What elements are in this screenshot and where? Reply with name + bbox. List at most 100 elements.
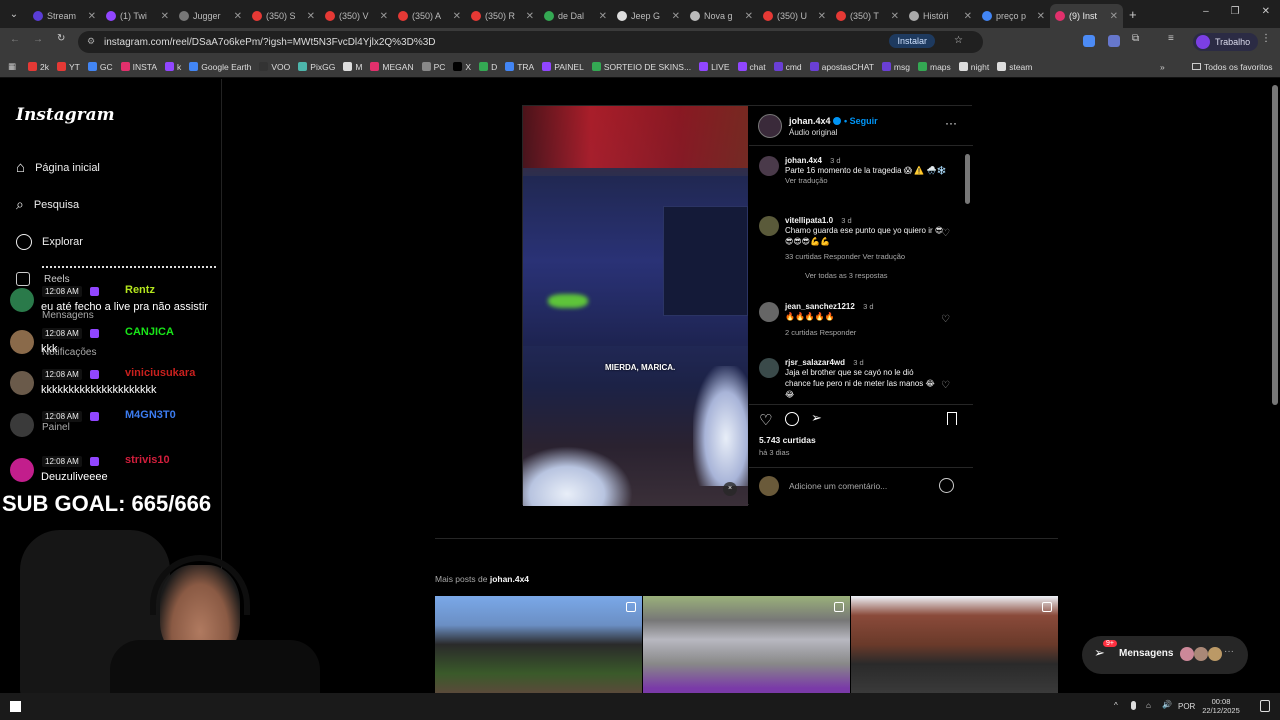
post-thumbnail[interactable]	[435, 596, 642, 693]
tab-close-icon[interactable]: ✕	[745, 11, 753, 22]
close-icon[interactable]: ✕	[1262, 6, 1270, 17]
bookmark-item[interactable]: SORTEIO DE SKINS...	[591, 62, 691, 72]
browser-tab[interactable]: preço p ✕	[977, 4, 1050, 28]
url-field[interactable]: ⚙ instagram.com/reel/DSaA7o6kePm/?igsh=M…	[78, 31, 983, 53]
instagram-logo[interactable]: Instagram	[16, 105, 115, 125]
page-scrollbar[interactable]	[1272, 85, 1278, 405]
bookmark-item[interactable]: INSTA	[120, 62, 157, 72]
like-icon[interactable]: ♡	[759, 411, 772, 429]
all-bookmarks-folder[interactable]: Todos os favoritos	[1192, 62, 1273, 72]
tab-close-icon[interactable]: ✕	[526, 11, 534, 22]
browser-tab[interactable]: (350) V ✕	[320, 4, 393, 28]
bookmark-item[interactable]: PixGG	[298, 62, 335, 72]
bookmark-item[interactable]: 2k	[28, 62, 49, 72]
bookmark-item[interactable]: YT	[57, 62, 80, 72]
avatar[interactable]	[759, 302, 779, 322]
translate-link[interactable]: Ver tradução	[785, 176, 959, 185]
mute-icon[interactable]: ×	[723, 482, 737, 496]
tab-close-icon[interactable]: ✕	[307, 11, 315, 22]
nav-explore[interactable]: Explorar	[16, 234, 83, 250]
tab-close-icon[interactable]: ✕	[1037, 11, 1045, 22]
extensions-puzzle-icon[interactable]: ⧉	[1132, 33, 1139, 44]
minimize-icon[interactable]: –	[1203, 6, 1209, 17]
tab-close-icon[interactable]: ✕	[599, 11, 607, 22]
volume-icon[interactable]: 🔊	[1162, 700, 1172, 709]
post-thumbnail[interactable]	[851, 596, 1058, 693]
like-heart-icon[interactable]: ♡	[941, 314, 950, 325]
bookmark-item[interactable]: LIVE	[699, 62, 730, 72]
bookmark-item[interactable]: PC	[421, 62, 445, 72]
install-button[interactable]: Instalar	[889, 34, 935, 48]
browser-tab[interactable]: (350) U ✕	[758, 4, 831, 28]
extension-icon[interactable]	[1083, 35, 1095, 47]
avatar[interactable]	[759, 358, 779, 378]
maximize-icon[interactable]: ❐	[1231, 6, 1240, 17]
browser-tab[interactable]: Jeep G ✕	[612, 4, 685, 28]
comment-actions[interactable]: 2 curtidas Responder	[785, 328, 959, 337]
tab-close-icon[interactable]: ✕	[161, 11, 169, 22]
reading-list-icon[interactable]: ≡	[1168, 33, 1174, 44]
nav-home[interactable]: ⌂ Página inicial	[16, 159, 100, 176]
profile-button[interactable]: Trabalho	[1193, 33, 1259, 51]
bookmark-item[interactable]: msg	[881, 62, 910, 72]
tab-close-icon[interactable]: ✕	[1110, 11, 1118, 22]
author-name[interactable]: johan.4x4	[789, 116, 831, 126]
windows-start-icon[interactable]	[10, 701, 21, 712]
browser-tab[interactable]: Jugger ✕	[174, 4, 247, 28]
comment-user[interactable]: vitellipata1.0	[785, 216, 833, 225]
notifications-icon[interactable]	[1260, 700, 1270, 712]
bookmark-item[interactable]: M	[343, 62, 362, 72]
bookmark-item[interactable]: k	[165, 62, 181, 72]
nav-search[interactable]: ⌕ Pesquisa	[16, 196, 79, 213]
browser-tab[interactable]: (350) R ✕	[466, 4, 539, 28]
reload-icon[interactable]: ↻	[57, 33, 65, 44]
comment-user[interactable]: jean_sanchez1212	[785, 302, 855, 311]
tab-close-icon[interactable]: ✕	[88, 11, 96, 22]
bookmark-item[interactable]: steam	[997, 62, 1032, 72]
like-heart-icon[interactable]: ♡	[941, 228, 950, 239]
like-heart-icon[interactable]: ♡	[941, 380, 950, 391]
browser-tab[interactable]: Nova g ✕	[685, 4, 758, 28]
tab-close-icon[interactable]: ✕	[234, 11, 242, 22]
browser-tab[interactable]: (1) Twi ✕	[101, 4, 174, 28]
bookmark-item[interactable]: GC	[87, 62, 113, 72]
microphone-icon[interactable]	[1131, 701, 1136, 710]
bookmark-item[interactable]: chat	[737, 62, 766, 72]
bookmark-item[interactable]: PAINEL	[542, 62, 584, 72]
comment-user[interactable]: rjsr_salazar4wd	[785, 358, 845, 367]
bookmark-item[interactable]: maps	[917, 62, 951, 72]
view-replies-link[interactable]: Ver todas as 3 respostas	[805, 271, 945, 280]
browser-tab[interactable]: (350) T ✕	[831, 4, 904, 28]
browser-tab[interactable]: (350) A ✕	[393, 4, 466, 28]
site-info-icon[interactable]: ⚙	[87, 36, 95, 47]
bookmark-item[interactable]: TRA	[505, 62, 534, 72]
browser-tab[interactable]: Históri ✕	[904, 4, 977, 28]
avatar[interactable]	[759, 216, 779, 236]
tab-close-icon[interactable]: ✕	[672, 11, 680, 22]
bookmark-item[interactable]: cmd	[773, 62, 802, 72]
comment-icon[interactable]	[785, 412, 799, 426]
browser-tab[interactable]: (350) S ✕	[247, 4, 320, 28]
network-icon[interactable]: ⌂	[1146, 701, 1151, 710]
extension-icon-2[interactable]	[1108, 35, 1120, 47]
reel-video[interactable]: MIERDA, MARICA. ×	[523, 106, 748, 506]
likes-count[interactable]: 5.743 curtidas	[759, 435, 816, 445]
apps-grid-icon[interactable]: ▦	[8, 61, 16, 72]
bookmark-item[interactable]: VOO	[259, 62, 290, 72]
back-icon[interactable]: ←	[10, 34, 20, 45]
forward-icon[interactable]: →	[33, 34, 43, 45]
tray-chevron-icon[interactable]: ^	[1114, 701, 1118, 710]
browser-tab[interactable]: de Dal ✕	[539, 4, 612, 28]
tab-close-icon[interactable]: ✕	[453, 11, 461, 22]
more-options-icon[interactable]: ···	[945, 116, 957, 130]
save-bookmark-icon[interactable]	[947, 412, 957, 425]
bookmark-item[interactable]: apostasCHAT	[809, 62, 874, 72]
tab-close-icon[interactable]: ✕	[818, 11, 826, 22]
emoji-icon[interactable]	[939, 478, 954, 493]
comment-input[interactable]: Adicione um comentário...	[789, 481, 887, 491]
bookmark-item[interactable]: night	[958, 62, 989, 72]
follow-button[interactable]: • Seguir	[844, 116, 878, 126]
avatar[interactable]	[759, 156, 779, 176]
clock[interactable]: 00:08 22/12/2025	[1200, 697, 1242, 715]
comment-actions[interactable]: 33 curtidas Responder Ver tradução	[785, 252, 945, 261]
